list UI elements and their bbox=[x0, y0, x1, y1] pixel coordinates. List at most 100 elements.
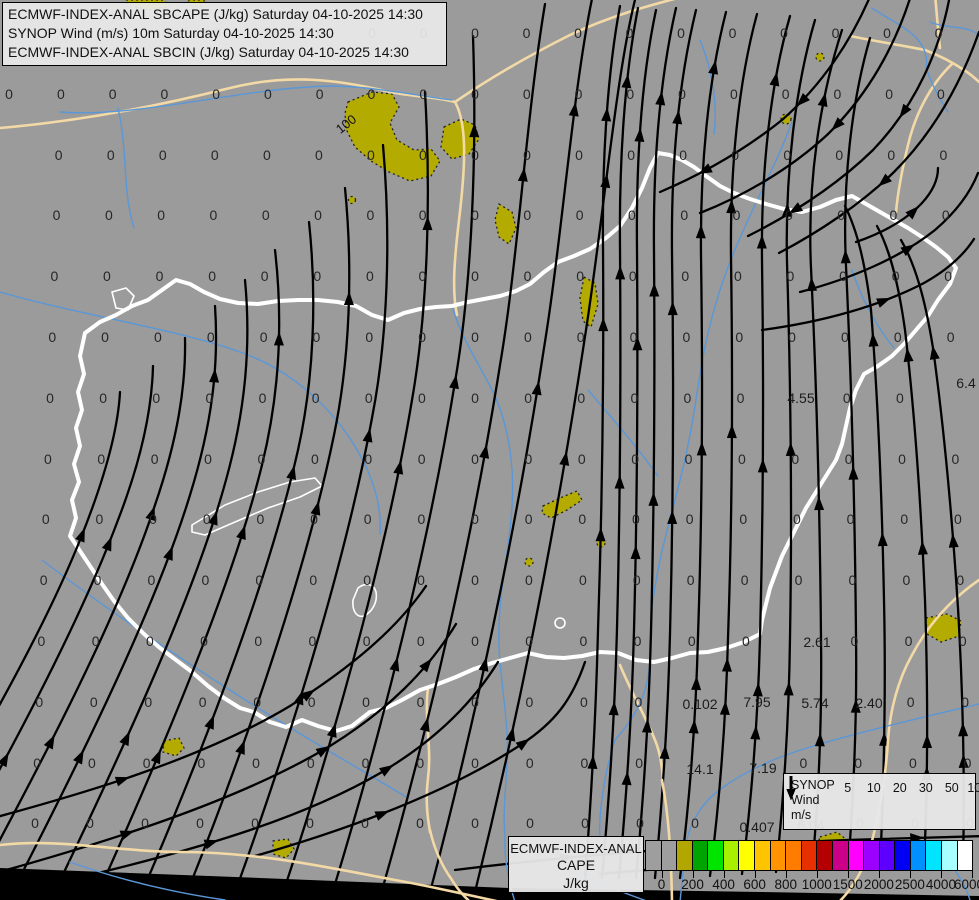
grid-value-label: 0 bbox=[958, 633, 967, 649]
cape-color-cell bbox=[738, 841, 755, 870]
grid-value-label: 0 bbox=[56, 85, 65, 102]
grid-value-label: 0 bbox=[784, 207, 793, 224]
grid-value-label: 0 bbox=[471, 329, 479, 345]
streamline-arrowhead bbox=[598, 317, 609, 332]
grid-value-label: 0 bbox=[306, 754, 315, 771]
cape-tick-label: 800 bbox=[774, 877, 797, 892]
grid-value-label: 0 bbox=[685, 511, 694, 528]
grid-value-label: 0 bbox=[416, 693, 425, 710]
grid-value-label: 0 bbox=[525, 572, 533, 589]
grid-value-label: 0 bbox=[44, 450, 52, 467]
streamline-arrowhead bbox=[343, 291, 354, 306]
streamline-arrowhead bbox=[756, 234, 767, 249]
wind-speed-label: 10 bbox=[866, 781, 881, 795]
grid-value-label: 0 bbox=[416, 815, 424, 832]
streamline-arrowhead bbox=[236, 525, 246, 540]
cape-colorbar-ticks: 0 200 400 600 800 100015002000250040006000 bbox=[645, 871, 979, 893]
grid-value-label: 0 bbox=[633, 633, 642, 649]
streamline-arrowhead bbox=[726, 424, 737, 439]
grid-value-label: 0 bbox=[41, 511, 50, 528]
grid-value-label: 0 bbox=[147, 572, 156, 589]
grid-value-label: 0 bbox=[471, 754, 479, 771]
station-value-label: 0.407 bbox=[739, 819, 775, 835]
cape-color-cell bbox=[816, 841, 832, 870]
grid-value-label: 0 bbox=[314, 146, 323, 163]
cape-color-cell bbox=[754, 841, 770, 870]
grid-value-label: 0 bbox=[961, 693, 970, 710]
streamline-arrowhead bbox=[696, 441, 707, 456]
grid-value-label: 0 bbox=[632, 511, 640, 528]
streamline-arrowhead bbox=[608, 701, 619, 716]
grid-value-label: 0 bbox=[142, 754, 151, 771]
cape-color-cell bbox=[925, 841, 941, 870]
streamline-arrowhead bbox=[672, 109, 683, 125]
grid-value-label: 0 bbox=[524, 511, 533, 528]
grid-value-label: 0 bbox=[833, 85, 842, 102]
grid-value-label: 0 bbox=[471, 25, 479, 41]
grid-value-label: 0 bbox=[525, 693, 534, 710]
grid-value-label: 0 bbox=[679, 146, 688, 163]
cape-tick-label: 0 bbox=[657, 877, 666, 892]
grid-value-label: 0 bbox=[54, 146, 63, 163]
grid-value-label: 0 bbox=[963, 754, 972, 771]
grid-value-label: 0 bbox=[363, 572, 372, 589]
grid-value-label: 0 bbox=[783, 146, 792, 163]
grid-value-label: 0 bbox=[786, 268, 795, 285]
grid-value-label: 0 bbox=[580, 693, 588, 710]
grid-value-label: 0 bbox=[366, 207, 375, 224]
grid-value-label: 0 bbox=[417, 511, 426, 528]
grid-value-label: 0 bbox=[363, 511, 372, 528]
station-value-label: 2.61 bbox=[803, 634, 831, 650]
streamline-arrowhead bbox=[43, 734, 55, 750]
grid-value-label: 0 bbox=[902, 572, 911, 589]
grid-value-label: 0 bbox=[204, 450, 212, 467]
streamline-arrowhead bbox=[286, 465, 297, 480]
streamline-arrowhead bbox=[922, 734, 933, 749]
grid-value-label: 0 bbox=[39, 572, 48, 589]
station-value-label: 2.40 bbox=[855, 695, 883, 711]
streamline-arrowhead bbox=[273, 331, 284, 346]
grid-value-label: 0 bbox=[956, 572, 965, 589]
cape-patches bbox=[125, 0, 962, 859]
streamline-arrowhead bbox=[0, 752, 9, 768]
wind-speed-scale: 5 10 20 30 50 100 bbox=[786, 774, 979, 829]
streamline-arrowhead bbox=[667, 509, 678, 525]
grid-value-label: 0 bbox=[525, 754, 534, 771]
streamline-arrowhead bbox=[389, 656, 400, 672]
grid-value-label: 0 bbox=[628, 207, 636, 224]
grid-value-label: 0 bbox=[946, 329, 955, 345]
grid-value-label: 0 bbox=[841, 329, 849, 345]
streamline-arrowhead bbox=[899, 103, 912, 119]
grid-value-label: 0 bbox=[87, 754, 96, 771]
grid-value-label: 0 bbox=[362, 633, 371, 649]
grid-value-label: 0 bbox=[196, 815, 204, 832]
grid-value-label: 0 bbox=[793, 511, 801, 528]
grid-value-label: 0 bbox=[255, 572, 264, 589]
streamline-arrowhead bbox=[204, 714, 215, 730]
grid-value-label: 0 bbox=[635, 754, 644, 771]
cape-color-cell bbox=[691, 841, 708, 870]
streamline-arrowhead bbox=[750, 725, 761, 740]
map-title-box: ECMWF-INDEX-ANAL SBCAPE (J/kg) Saturday … bbox=[2, 2, 447, 66]
grid-value-label: 0 bbox=[418, 329, 427, 345]
streamline-arrowhead bbox=[667, 301, 678, 316]
cape-color-cell bbox=[909, 841, 926, 870]
grid-value-label: 0 bbox=[846, 511, 855, 528]
grid-value-label: 0 bbox=[471, 693, 479, 710]
grid-value-label: 0 bbox=[254, 633, 263, 649]
grid-value-label: 0 bbox=[577, 450, 586, 467]
grid-value-label: 0 bbox=[788, 329, 796, 345]
streamline-arrowhead bbox=[877, 532, 888, 547]
grid-value-label: 0 bbox=[677, 25, 685, 41]
cape-color-cell bbox=[707, 841, 723, 870]
grid-value-label: 0 bbox=[419, 146, 427, 163]
streamline-arrowhead bbox=[587, 754, 598, 769]
grid-value-label: 0 bbox=[628, 268, 637, 285]
grid-value-label: 0 bbox=[906, 693, 915, 710]
grid-value-label: 0 bbox=[33, 754, 42, 771]
cape-color-cell bbox=[676, 841, 692, 870]
grid-value-label: 0 bbox=[361, 815, 369, 832]
grid-value-label: 0 bbox=[104, 207, 113, 224]
grid-value-label: 0 bbox=[893, 329, 902, 345]
grid-value-label: 0 bbox=[256, 511, 265, 528]
